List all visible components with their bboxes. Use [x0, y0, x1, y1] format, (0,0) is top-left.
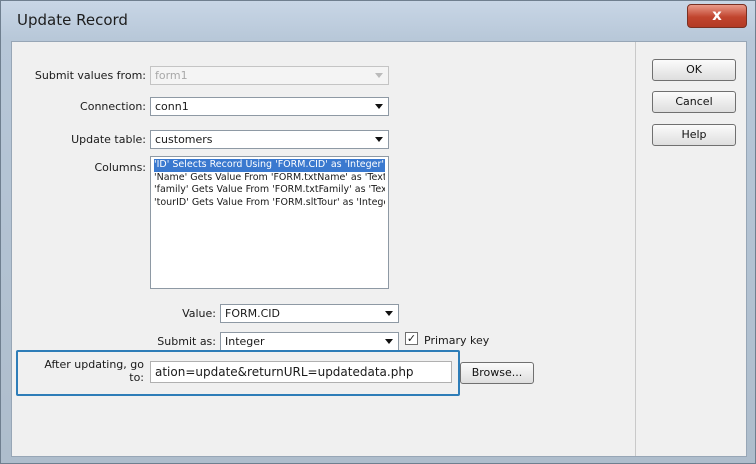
list-item[interactable]: 'ID' Selects Record Using 'FORM.CID' as …	[154, 159, 385, 172]
title-bar[interactable]: Update Record x	[1, 1, 755, 41]
chevron-down-icon	[385, 339, 393, 344]
value-value: FORM.CID	[225, 307, 281, 320]
submit-as-label: Submit as:	[157, 335, 216, 348]
dialog-title: Update Record	[17, 11, 128, 29]
submit-values-from-label: Submit values from:	[34, 69, 146, 82]
list-item[interactable]: 'family' Gets Value From 'FORM.txtFamily…	[154, 184, 385, 197]
divider	[635, 42, 636, 456]
submit-as-select[interactable]: Integer	[220, 332, 399, 351]
chevron-down-icon	[375, 137, 383, 142]
highlight-box	[16, 350, 460, 396]
connection-label: Connection:	[80, 100, 146, 113]
update-table-value: customers	[155, 133, 213, 146]
columns-list[interactable]: 'ID' Selects Record Using 'FORM.CID' as …	[150, 156, 389, 289]
help-button[interactable]: Help	[652, 124, 736, 146]
ok-button[interactable]: OK	[652, 59, 736, 81]
value-select[interactable]: FORM.CID	[220, 304, 399, 323]
list-item[interactable]: 'tourID' Gets Value From 'FORM.sltTour' …	[154, 197, 385, 210]
connection-select[interactable]: conn1	[150, 97, 389, 116]
chevron-down-icon	[375, 104, 383, 109]
primary-key-checkbox[interactable]: ✓	[405, 332, 418, 345]
checkmark-icon: ✓	[406, 332, 417, 345]
columns-label: Columns:	[94, 161, 146, 174]
update-record-dialog: Update Record x Submit values from: form…	[0, 0, 756, 464]
dialog-body: Submit values from: form1 Connection: co…	[11, 41, 747, 457]
submit-values-from-select: form1	[150, 66, 389, 85]
list-item[interactable]: 'Name' Gets Value From 'FORM.txtName' as…	[154, 172, 385, 185]
update-table-select[interactable]: customers	[150, 130, 389, 149]
update-table-label: Update table:	[71, 133, 146, 146]
chevron-down-icon	[385, 311, 393, 316]
browse-button[interactable]: Browse...	[460, 362, 534, 384]
value-label: Value:	[182, 307, 216, 320]
chevron-down-icon	[375, 73, 383, 78]
close-button[interactable]: x	[687, 4, 747, 28]
submit-as-value: Integer	[225, 335, 265, 348]
connection-value: conn1	[155, 100, 189, 113]
close-icon: x	[712, 6, 722, 24]
submit-values-from-value: form1	[155, 69, 188, 82]
cancel-button[interactable]: Cancel	[652, 91, 736, 113]
primary-key-label: Primary key	[424, 334, 490, 347]
